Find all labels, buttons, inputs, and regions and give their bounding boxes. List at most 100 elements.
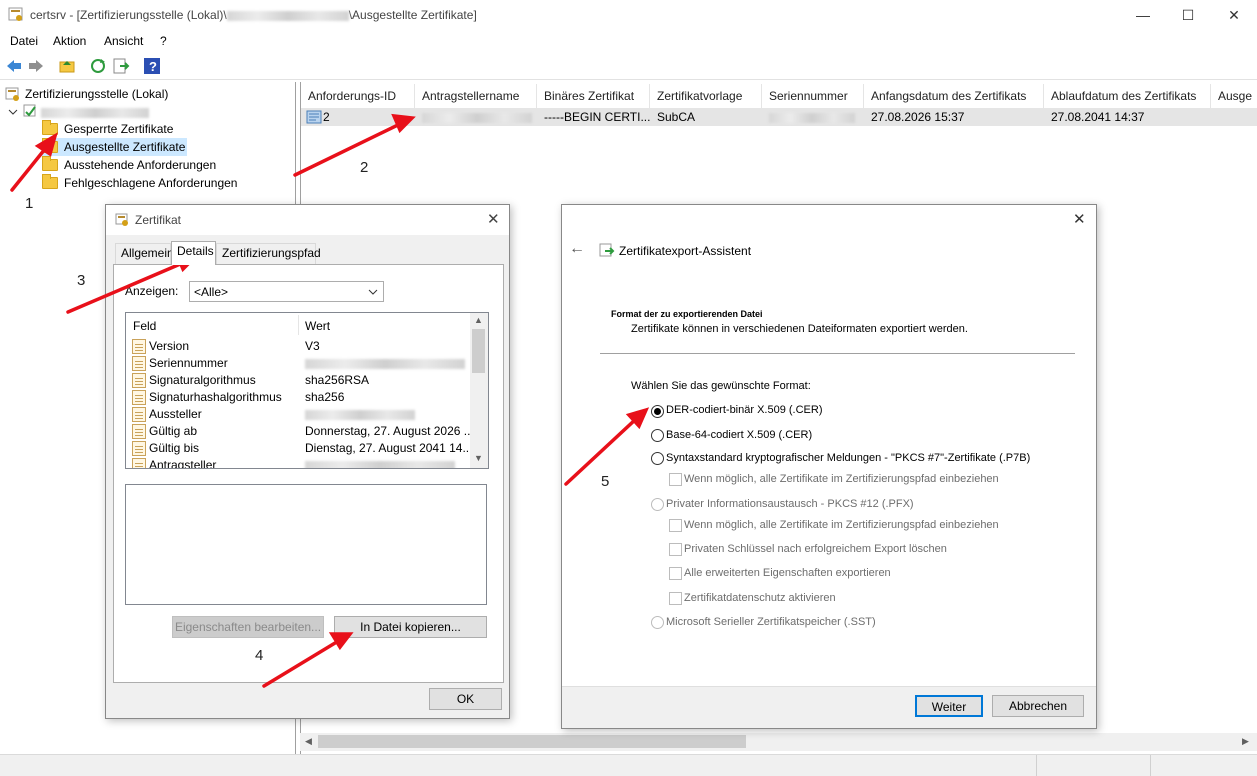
checkbox-ext-props-label[interactable]: Alle erweiterten Eigenschaften exportier…	[684, 567, 891, 579]
column-header[interactable]: Ablaufdatum des Zertifikats	[1044, 84, 1211, 108]
horizontal-scrollbar[interactable]: ◀ ▶	[300, 733, 1257, 751]
field-row[interactable]: Version V3	[126, 338, 470, 355]
checkbox-ext-props[interactable]	[669, 567, 682, 580]
checkbox-p7b-chain[interactable]	[669, 473, 682, 486]
column-header[interactable]: Antragstellername	[415, 84, 537, 108]
checkbox-privacy-label[interactable]: Zertifikatdatenschutz aktivieren	[684, 592, 836, 604]
fields-table[interactable]: Feld Wert Version V3 Seriennummer Signatu…	[125, 312, 489, 469]
radio-pfx[interactable]	[651, 498, 664, 511]
tree-item-ausstehende[interactable]: Ausstehende Anforderungen	[42, 156, 242, 174]
checkbox-pfx-chain[interactable]	[669, 519, 682, 532]
edit-properties-button[interactable]: Eigenschaften bearbeiten...	[172, 616, 324, 638]
field-icon	[132, 424, 146, 439]
radio-sst-label[interactable]: Microsoft Serieller Zertifikatspeicher (…	[666, 616, 876, 628]
menu-help[interactable]: ?	[160, 34, 167, 48]
ca-server-icon	[23, 104, 36, 117]
column-header[interactable]: Anfangsdatum des Zertifikats	[864, 84, 1044, 108]
refresh-icon[interactable]	[89, 57, 107, 75]
checkbox-pfx-chain-label[interactable]: Wenn möglich, alle Zertifikate im Zertif…	[684, 519, 999, 531]
show-select[interactable]: <Alle>	[189, 281, 384, 302]
field-row[interactable]: Seriennummer	[126, 355, 470, 372]
tab-allgemein[interactable]: Allgemein	[115, 243, 174, 264]
cell-request-id: 2	[323, 110, 330, 124]
field-row[interactable]: Signaturhashalgorithmus sha256	[126, 389, 470, 406]
maximize-button[interactable]: ☐	[1165, 0, 1211, 30]
tree-item-label: Ausgestellte Zertifikate	[64, 140, 186, 154]
table-row[interactable]: 2 -----BEGIN CERTI... SubCA 27.08.2026 1…	[301, 108, 1257, 126]
chevron-down-icon[interactable]	[8, 107, 18, 117]
field-icon	[132, 458, 146, 468]
back-arrow-icon[interactable]: ←	[569, 240, 585, 258]
col-wert[interactable]: Wert	[305, 319, 330, 333]
checkbox-p7b-chain-label[interactable]: Wenn möglich, alle Zertifikate im Zertif…	[684, 473, 999, 485]
column-header[interactable]: Binäres Zertifikat	[537, 84, 650, 108]
radio-der[interactable]	[651, 405, 664, 418]
folder-icon	[42, 156, 58, 171]
certificate-dialog: Zertifikat ✕ Allgemein Details Zertifizi…	[105, 204, 510, 719]
scroll-right-icon[interactable]: ▶	[1242, 736, 1249, 747]
radio-der-label[interactable]: DER-codiert-binär X.509 (.CER)	[666, 404, 823, 416]
field-row[interactable]: Gültig ab Donnerstag, 27. August 2026 ...	[126, 423, 474, 440]
checkbox-privacy[interactable]	[669, 592, 682, 605]
tree-item-fehlgeschlagene[interactable]: Fehlgeschlagene Anforderungen	[42, 174, 262, 192]
scroll-left-icon[interactable]: ◀	[305, 736, 312, 747]
radio-p7b[interactable]	[651, 452, 664, 465]
checkbox-delete-key[interactable]	[669, 543, 682, 556]
back-icon[interactable]	[5, 57, 23, 75]
tree-item-ausgestellte[interactable]: Ausgestellte Zertifikate	[42, 138, 187, 156]
scroll-thumb[interactable]	[472, 329, 485, 373]
field-row[interactable]: Aussteller	[126, 406, 470, 423]
column-header[interactable]: Anforderungs-ID	[301, 84, 415, 108]
column-header[interactable]: Ausge	[1211, 84, 1257, 108]
tree-root[interactable]: Zertifizierungsstelle (Lokal)	[25, 85, 168, 103]
copy-to-file-button[interactable]: In Datei kopieren...	[334, 616, 487, 638]
dialog-title: Zertifikat	[135, 213, 182, 227]
format-prompt: Wählen Sie das gewünschte Format:	[631, 380, 811, 392]
vertical-scrollbar[interactable]: ▲ ▼	[470, 313, 488, 468]
field-icon	[132, 356, 146, 371]
column-header[interactable]: Zertifikatvorlage	[650, 84, 762, 108]
field-row[interactable]: Gültig bis Dienstag, 27. August 2041 14..…	[126, 440, 472, 457]
radio-pfx-label[interactable]: Privater Informationsaustausch - PKCS #1…	[666, 498, 914, 510]
minimize-button[interactable]: —	[1120, 0, 1166, 30]
export-list-icon[interactable]	[112, 57, 130, 75]
ok-button[interactable]: OK	[429, 688, 502, 710]
help-icon[interactable]: ?	[143, 57, 161, 75]
forward-icon[interactable]	[27, 57, 45, 75]
field-icon	[132, 390, 146, 405]
scroll-down-icon[interactable]: ▼	[474, 453, 483, 463]
field-value-box[interactable]	[125, 484, 487, 605]
window-title: certsrv - [Zertifizierungsstelle (Lokal)…	[30, 8, 477, 22]
tree-ca-node[interactable]	[41, 103, 149, 121]
radio-base64[interactable]	[651, 429, 664, 442]
cell-start-date: 27.08.2026 15:37	[871, 110, 965, 124]
tree-item-gesperrte[interactable]: Gesperrte Zertifikate	[42, 120, 242, 138]
folder-icon	[42, 174, 58, 189]
close-button[interactable]: ✕	[1211, 0, 1257, 30]
col-feld[interactable]: Feld	[133, 319, 156, 333]
radio-p7b-label[interactable]: Syntaxstandard kryptografischer Meldunge…	[666, 452, 1030, 464]
cancel-button[interactable]: Abbrechen	[992, 695, 1084, 717]
radio-sst[interactable]	[651, 616, 664, 629]
field-icon	[132, 373, 146, 388]
field-row[interactable]: Antragsteller	[126, 457, 470, 468]
up-folder-icon[interactable]	[58, 57, 76, 75]
annotation-3: 3	[77, 272, 86, 289]
tab-zertifizierungspfad[interactable]: Zertifizierungspfad	[216, 243, 321, 264]
certificate-export-icon	[599, 243, 615, 257]
chevron-down-icon	[368, 289, 378, 295]
tab-details[interactable]: Details	[171, 241, 216, 265]
menu-ansicht[interactable]: Ansicht	[104, 34, 143, 48]
checkbox-delete-key-label[interactable]: Privaten Schlüssel nach erfolgreichem Ex…	[684, 543, 947, 555]
scroll-up-icon[interactable]: ▲	[474, 315, 483, 325]
close-icon[interactable]: ✕	[1073, 210, 1086, 228]
menu-aktion[interactable]: Aktion	[53, 34, 86, 48]
scroll-thumb[interactable]	[318, 735, 746, 748]
column-header[interactable]: Seriennummer	[762, 84, 864, 108]
close-icon[interactable]: ✕	[487, 210, 500, 228]
wizard-title: Zertifikatexport-Assistent	[619, 244, 752, 258]
field-row[interactable]: Signaturalgorithmus sha256RSA	[126, 372, 470, 389]
menu-datei[interactable]: Datei	[10, 34, 38, 48]
radio-base64-label[interactable]: Base-64-codiert X.509 (.CER)	[666, 429, 812, 441]
next-button[interactable]: Weiter	[915, 695, 983, 717]
